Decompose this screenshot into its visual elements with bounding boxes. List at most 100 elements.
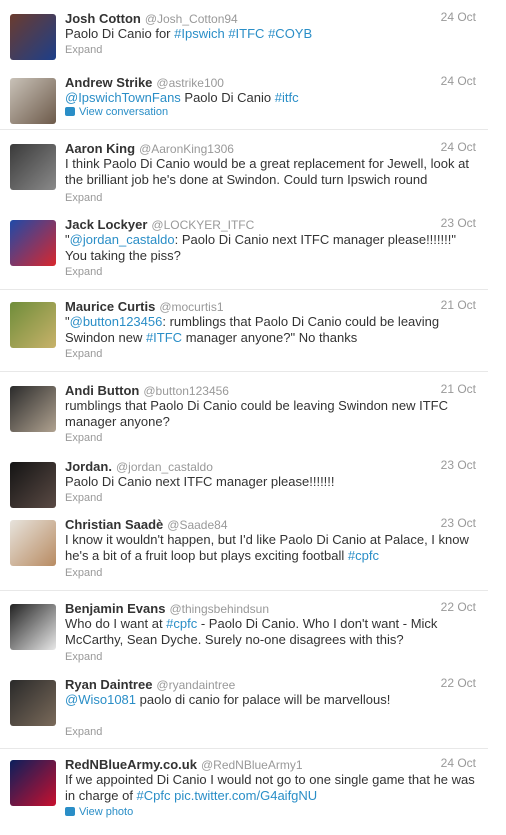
avatar[interactable]: [10, 302, 56, 348]
user-name[interactable]: RedNBlueArmy.co.uk: [65, 757, 197, 772]
tweet-link[interactable]: #itfc: [275, 90, 299, 105]
avatar[interactable]: [10, 462, 56, 508]
expand-link[interactable]: Expand: [65, 192, 102, 204]
tweet-link[interactable]: @button123456: [70, 314, 163, 329]
tweet-date[interactable]: 24 Oct: [441, 756, 476, 770]
tweet-item[interactable]: Jack Lockyer @LOCKYER_ITFC 23 Oct "@jordan_…: [0, 216, 490, 286]
user-name[interactable]: Benjamin Evans: [65, 601, 165, 616]
tweet-text-segment: paolo di canio for palace will be marvel…: [136, 692, 391, 707]
tweet-link[interactable]: #cpfc: [166, 616, 197, 631]
expand-link[interactable]: Expand: [65, 44, 102, 56]
tweet-link[interactable]: #ITFC: [146, 330, 182, 345]
user-handle[interactable]: @Josh_Cotton94: [145, 12, 238, 26]
expand-link[interactable]: Expand: [65, 651, 102, 663]
user-name[interactable]: Jordan.: [65, 459, 112, 474]
user-handle[interactable]: @thingsbehindsun: [169, 602, 269, 616]
avatar[interactable]: [10, 78, 56, 124]
tweet-feed: Josh Cotton @Josh_Cotton94 24 Oct Paolo Di …: [0, 0, 506, 835]
extra-link-label: View conversation: [79, 106, 169, 118]
tweet-link[interactable]: #cpfc: [348, 548, 379, 563]
tweet-link[interactable]: @IpswichTownFans: [65, 90, 181, 105]
tweet-text-segment: I think Paolo Di Canio would be a great …: [65, 156, 469, 187]
tweet-link[interactable]: #COYB: [268, 26, 312, 41]
user-handle[interactable]: @LOCKYER_ITFC: [151, 218, 254, 232]
tweet-text: Who do I want at #cpfc - Paolo Di Canio.…: [65, 616, 480, 648]
tweet-item[interactable]: Maurice Curtis @mocurtis1 21 Oct "@button12…: [0, 298, 490, 368]
view-conversation-link[interactable]: View conversation: [65, 106, 168, 118]
avatar[interactable]: [10, 144, 56, 190]
tweet-text: If we appointed Di Canio I would not go …: [65, 772, 480, 804]
tweet-item[interactable]: Benjamin Evans @thingsbehindsun 22 Oct Who …: [0, 600, 490, 670]
tweet-header: Andrew Strike @astrike100 24 Oct: [65, 74, 490, 90]
tweet-header: Andi Button @button123456 21 Oct: [65, 382, 490, 398]
user-name[interactable]: Maurice Curtis: [65, 299, 155, 314]
expand-link[interactable]: Expand: [65, 348, 102, 360]
tweet-link[interactable]: @Wiso1081: [65, 692, 136, 707]
avatar[interactable]: [10, 760, 56, 806]
user-name[interactable]: Aaron King: [65, 141, 135, 156]
user-handle[interactable]: @AaronKing1306: [139, 142, 234, 156]
tweet-link[interactable]: pic.twitter.com/G4aifgNU: [174, 788, 317, 803]
tweet-item[interactable]: Andrew Strike @astrike100 24 Oct @IpswichTo…: [0, 74, 490, 144]
avatar[interactable]: [10, 386, 56, 432]
tweet-date[interactable]: 21 Oct: [441, 382, 476, 396]
avatar[interactable]: [10, 604, 56, 650]
tweet-text-segment: rumblings that Paolo Di Canio could be l…: [65, 398, 448, 429]
tweet-text: @Wiso1081 paolo di canio for palace will…: [65, 692, 480, 708]
user-handle[interactable]: @Saade84: [167, 518, 227, 532]
user-handle[interactable]: @RedNBlueArmy1: [201, 758, 303, 772]
tweet-date[interactable]: 22 Oct: [441, 676, 476, 690]
tweet-item[interactable]: Josh Cotton @Josh_Cotton94 24 Oct Paolo Di …: [0, 10, 490, 80]
tweet-link[interactable]: #Cpfc: [137, 788, 171, 803]
user-name[interactable]: Andrew Strike: [65, 75, 152, 90]
expand-link[interactable]: Expand: [65, 432, 102, 444]
tweet-date[interactable]: 24 Oct: [441, 140, 476, 154]
tweet-text: "@button123456: rumblings that Paolo Di …: [65, 314, 480, 346]
tweet-date[interactable]: 22 Oct: [441, 600, 476, 614]
user-handle[interactable]: @jordan_castaldo: [116, 460, 213, 474]
user-handle[interactable]: @ryandaintree: [156, 678, 235, 692]
expand-link[interactable]: Expand: [65, 492, 102, 504]
expand-link[interactable]: Expand: [65, 266, 102, 278]
tweet-date[interactable]: 24 Oct: [441, 74, 476, 88]
avatar[interactable]: [10, 14, 56, 60]
user-handle[interactable]: @button123456: [143, 384, 229, 398]
expand-link[interactable]: Expand: [65, 726, 102, 738]
user-handle[interactable]: @astrike100: [156, 76, 224, 90]
tweet-divider: [0, 371, 488, 372]
avatar[interactable]: [10, 520, 56, 566]
tweet-date[interactable]: 23 Oct: [441, 216, 476, 230]
tweet-text-segment: I know it wouldn't happen, but I'd like …: [65, 532, 469, 563]
tweet-date[interactable]: 21 Oct: [441, 298, 476, 312]
tweet-header: Benjamin Evans @thingsbehindsun 22 Oct: [65, 600, 490, 616]
tweet-item[interactable]: RedNBlueArmy.co.uk @RedNBlueArmy1 24 Oct If…: [0, 756, 490, 826]
tweet-date[interactable]: 23 Oct: [441, 516, 476, 530]
user-name[interactable]: Andi Button: [65, 383, 139, 398]
tweet-divider: [0, 129, 488, 130]
tweet-item[interactable]: Christian Saadè @Saade84 23 Oct I know it w…: [0, 516, 490, 586]
user-handle[interactable]: @mocurtis1: [159, 300, 223, 314]
view-photo-link[interactable]: View photo: [65, 806, 133, 818]
tweet-item[interactable]: Andi Button @button123456 21 Oct rumblings …: [0, 382, 490, 452]
tweet-date[interactable]: 23 Oct: [441, 458, 476, 472]
user-name[interactable]: Josh Cotton: [65, 11, 141, 26]
tweet-item[interactable]: Aaron King @AaronKing1306 24 Oct I think Pa…: [0, 140, 490, 210]
tweet-text: Paolo Di Canio next ITFC manager please!…: [65, 474, 480, 490]
tweet-link[interactable]: @jordan_castaldo: [70, 232, 175, 247]
user-name[interactable]: Christian Saadè: [65, 517, 163, 532]
tweet-link[interactable]: #ITFC: [228, 26, 264, 41]
tweet-header: Maurice Curtis @mocurtis1 21 Oct: [65, 298, 490, 314]
tweet-divider: [0, 748, 488, 749]
user-name[interactable]: Jack Lockyer: [65, 217, 147, 232]
expand-link[interactable]: Expand: [65, 567, 102, 579]
user-name[interactable]: Ryan Daintree: [65, 677, 152, 692]
tweet-link[interactable]: #Ipswich: [174, 26, 225, 41]
tweet-text-segment: Paolo Di Canio: [180, 90, 275, 105]
tweet-item[interactable]: Ryan Daintree @ryandaintree 22 Oct @Wiso108…: [0, 676, 490, 746]
tweet-text-segment: Paolo Di Canio for: [65, 26, 175, 41]
avatar[interactable]: [10, 220, 56, 266]
tweet-date[interactable]: 24 Oct: [441, 10, 476, 24]
avatar[interactable]: [10, 680, 56, 726]
speech-bubble-icon: [65, 107, 75, 116]
tweet-divider: [0, 289, 488, 290]
